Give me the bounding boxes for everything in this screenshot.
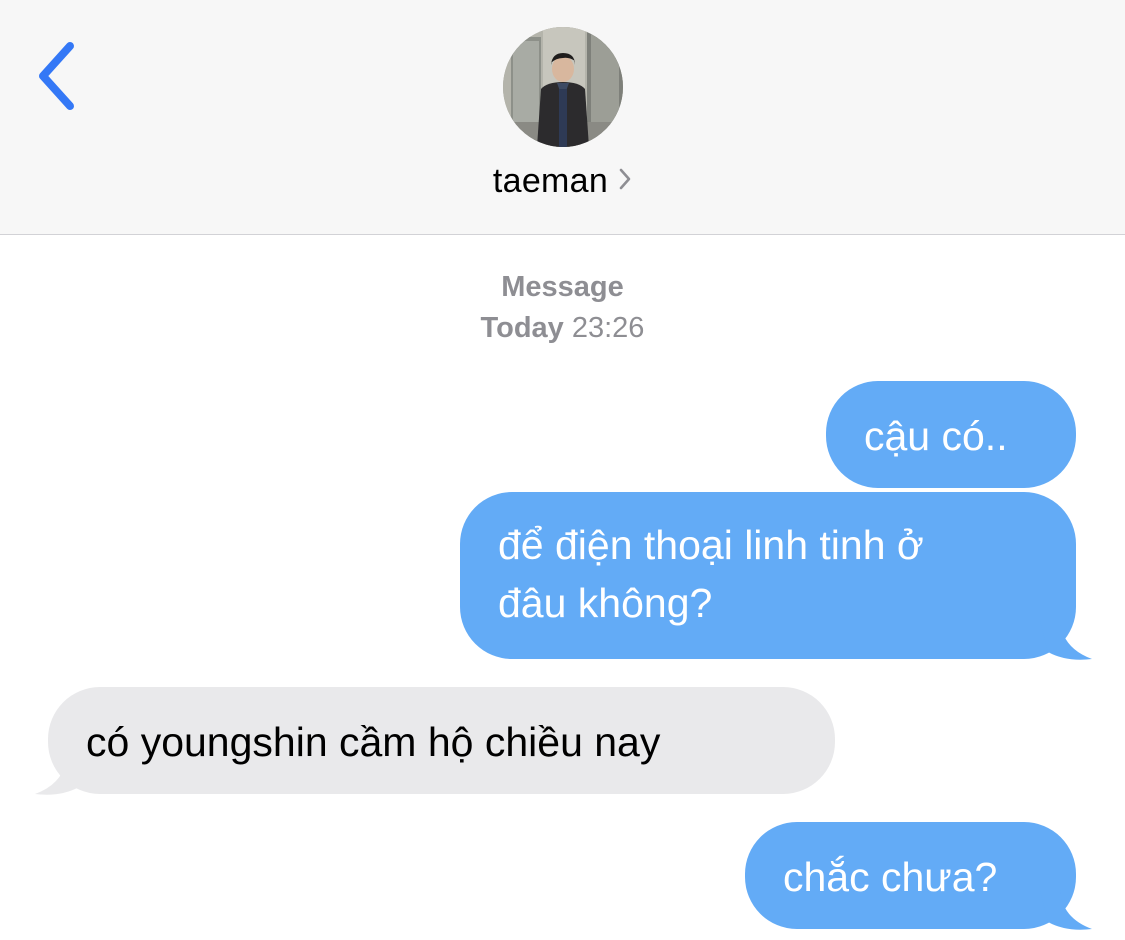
sent-bubble-tail [1040, 620, 1092, 660]
contact-info-button[interactable]: taeman [0, 158, 1125, 204]
service-label: Message [501, 271, 624, 303]
message-text: có youngshin cầm hộ chiều nay [86, 719, 661, 765]
sent-message-bubble[interactable]: để điện thoại linh tinh ở đâu không? [460, 492, 1076, 659]
chevron-left-icon [39, 42, 74, 110]
chevron-right-icon [619, 168, 631, 190]
timestamp-day: Today [480, 312, 564, 344]
sent-message-bubble[interactable]: cậu có.. [826, 381, 1076, 488]
received-message-bubble[interactable]: có youngshin cầm hộ chiều nay [48, 687, 835, 794]
back-button[interactable] [30, 38, 90, 114]
message-text-line: để điện thoại linh tinh ở [498, 522, 924, 568]
timestamp: Today 23:26 [0, 312, 1125, 345]
sent-message-bubble[interactable]: chắc chưa? [745, 822, 1076, 929]
message-text-line: đâu không? [498, 580, 713, 626]
sent-bubble-tail [1040, 890, 1092, 930]
message-text: chắc chưa? [783, 854, 998, 900]
timestamp-time: 23:26 [571, 312, 645, 344]
message-text: cậu có.. [864, 413, 1008, 459]
received-bubble-tail [35, 755, 87, 795]
contact-name: taeman [492, 162, 609, 200]
contact-avatar[interactable] [503, 27, 623, 147]
conversation-header: taeman [0, 0, 1125, 235]
